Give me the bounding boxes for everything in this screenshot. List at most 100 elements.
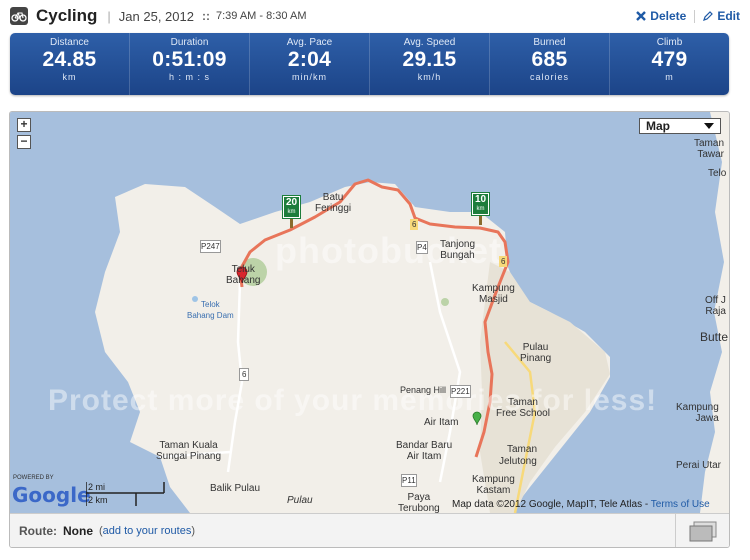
km-sign-value: 20 [285,197,298,208]
place-label: Telo [708,168,727,179]
route-name: None [63,523,93,538]
fullscreen-button[interactable] [675,514,729,547]
delete-x-icon [636,11,647,21]
km-sign-10: 10 km [471,192,490,216]
km-sign-unit: km [476,206,485,212]
place-label: Balik Pulau [210,483,261,494]
place-label: Jelutong [499,456,537,467]
activity-header: Cycling | Jan 25, 2012 :: 7:39 AM - 8:30… [10,4,740,28]
stat-burned: Burned 685 calories [489,33,609,95]
date-time-separator: :: [201,9,210,23]
road-shield: P11 [401,474,417,487]
zoom-out-button[interactable]: − [17,135,31,149]
sign-post [479,216,482,225]
activity-title: Cycling [36,6,98,25]
place-label: Taman Kuala Sungai Pinang [156,440,222,462]
edit-button[interactable]: Edit [703,9,740,23]
place-label: Kampung Kastam [472,474,515,496]
route-label: Route: [19,523,57,538]
stat-value: 24.85 [42,48,97,71]
map-base [95,112,729,513]
stat-avg-pace: Avg. Pace 2:04 min/km [249,33,369,95]
place-label: Taman Tawar [694,138,725,160]
place-label: Pulau [287,495,313,506]
route-bar: Route: None (add to your routes) [10,513,729,547]
place-label: Pulau Pinang [520,342,552,364]
place-label: Kampung Jawa [676,402,719,424]
place-label: Taman Free School [496,397,550,419]
stat-label: Burned [533,37,566,48]
activity-date: Jan 25, 2012 [118,8,194,24]
bicycle-icon [10,7,28,25]
map-type-select[interactable]: Map [639,118,721,134]
map-type-value: Map [646,119,670,133]
scale-bar [86,482,165,506]
map-copyright: Map data ©2012 Google, MapIT, Tele Atlas… [452,499,710,510]
km-sign-unit: km [287,209,296,215]
place-label: Paya Terubong [398,492,440,513]
pencil-icon [703,11,714,21]
stat-label: Climb [656,37,683,48]
title-divider: | [107,8,111,24]
stat-label: Avg. Pace [286,37,333,48]
place-label: Tanjong Bungah [440,239,476,261]
copyright-text: Map data ©2012 Google, MapIT, Tele Atlas… [452,499,649,510]
add-to-routes-link[interactable]: add to your routes [103,525,192,537]
place-label: Telok Bahang Dam [187,300,234,320]
delete-button[interactable]: Delete [636,9,686,23]
place-label: Teluk Bahang [226,264,261,286]
km-sign-value: 10 [474,194,487,205]
terms-of-use-link[interactable]: Terms of Use [651,499,710,510]
dropdown-arrow-icon [704,123,714,129]
stat-unit: h : m : s [168,72,210,82]
stat-unit: min/km [292,72,327,82]
place-label: Bandar Baru Air Itam [396,440,453,462]
stat-duration: Duration 0:51:09 h : m : s [129,33,249,95]
edit-label: Edit [717,9,740,23]
stat-avg-speed: Avg. Speed 29.15 km/h [369,33,489,95]
place-label: Penang Hill [400,385,447,395]
place-label: Butte [700,330,729,344]
stat-value: 685 [531,48,568,71]
place-label: Air Itam [424,417,459,428]
header-actions: Delete Edit [636,9,740,23]
road-shield: P4 [416,241,428,254]
zoom-in-button[interactable]: + [17,118,31,132]
stat-value: 0:51:09 [152,48,227,71]
place-label: Kampung Masjid [472,283,515,305]
stat-label: Avg. Speed [403,37,456,48]
stat-label: Distance [50,37,89,48]
activity-time-range: 7:39 AM - 8:30 AM [215,10,307,22]
watermark-bottom: Protect more of your memories for less! [48,384,658,417]
stat-distance: Distance 24.85 km [10,33,129,95]
stat-unit: m [665,72,674,82]
stats-bar: Distance 24.85 km Duration 0:51:09 h : m… [10,33,729,95]
route-link-close: ) [191,524,196,537]
place-label: Perai Utar [676,460,722,471]
forest-patch [441,298,449,306]
stat-unit: calories [529,72,569,82]
road-shield: 6 [410,219,419,230]
place-label: Batu Feringgi [315,192,352,214]
stat-value: 29.15 [402,48,457,71]
stat-value: 479 [651,48,688,71]
stat-unit: km/h [417,72,442,82]
powered-by-text: POWERED BY [13,475,54,481]
km-sign-20: 20 km [282,195,301,219]
logo-text: Google [12,483,91,507]
map-container: photobucket Protect more of your memorie… [9,111,730,548]
google-logo: Google [12,483,91,507]
road-shield: 6 [499,256,508,267]
stat-unit: km [62,72,77,82]
delete-label: Delete [650,9,687,23]
sign-post [290,219,293,228]
road-shield: P221 [450,385,471,398]
fullscreen-icon [689,521,716,541]
action-divider [694,9,696,23]
road-shield: P247 [200,240,221,253]
stat-value: 2:04 [287,48,332,71]
road-shield: 6 [239,368,250,381]
map-scale: 2 mi 2 km [86,482,166,506]
place-label: Off J Raja [705,295,726,317]
route-map[interactable]: photobucket Protect more of your memorie… [10,112,729,513]
